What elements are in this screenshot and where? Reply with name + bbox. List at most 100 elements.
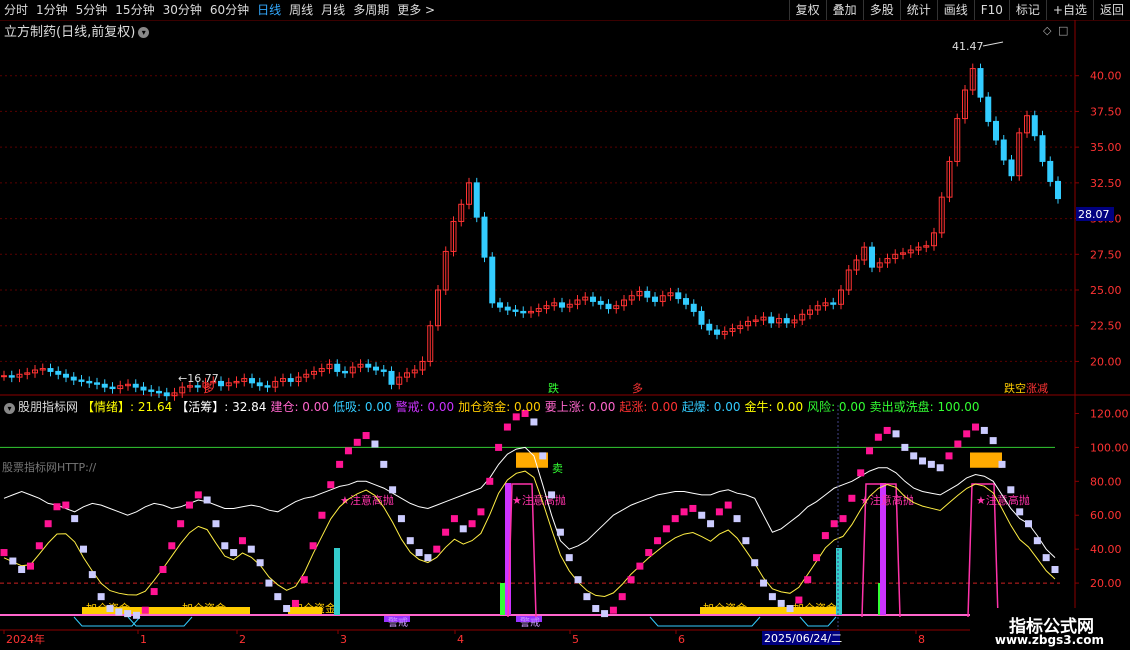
sell-label: 卖 (552, 462, 563, 475)
candle-body (1039, 135, 1046, 162)
candle-body (985, 96, 992, 122)
y-tick-label: 25.00 (1090, 284, 1122, 297)
y-tick-label: 100.00 (1090, 441, 1129, 454)
lowbuy-marker (799, 616, 837, 627)
candle-body (342, 370, 348, 374)
signal-bar (836, 548, 842, 615)
candle-body (249, 378, 255, 384)
qingxu-point (212, 520, 220, 528)
candle-body (264, 385, 271, 388)
y-tick-label: 40.00 (1090, 70, 1122, 83)
qingxu-point (230, 549, 238, 557)
qingxu-point (450, 515, 458, 523)
lowbuy-marker (73, 616, 141, 627)
indicator-value: 风险: 0.00 (807, 400, 866, 414)
jiacang-label: 加仓资金 (703, 601, 747, 615)
qingxu-point (336, 460, 344, 468)
qingxu-point (141, 606, 149, 614)
qingxu-point (742, 537, 750, 545)
candle-body (504, 306, 511, 311)
qingxu-point (724, 501, 732, 509)
qingxu-point (980, 426, 988, 434)
qingxu-point (539, 452, 547, 460)
qingxu-point (751, 559, 759, 567)
qingxu-point (998, 460, 1006, 468)
qingxu-point (1007, 486, 1015, 494)
qingxu-point (839, 515, 847, 523)
candle-body (373, 366, 379, 371)
qingxu-point (795, 596, 803, 604)
y-tick-label: 80.00 (1090, 475, 1122, 488)
candle-body (512, 309, 519, 312)
qingxu-point (221, 542, 229, 550)
qingxu-point (353, 438, 361, 446)
qingxu-point (786, 605, 794, 613)
qingxu-point (574, 576, 582, 584)
qingxu-point (150, 588, 158, 596)
qingxu-point (698, 511, 706, 519)
high-price-label: 41.47 (952, 40, 984, 53)
candle-body (597, 300, 604, 305)
candle-body (148, 389, 155, 392)
current-price-label: 28.07 (1078, 208, 1110, 221)
qingxu-point (866, 447, 874, 455)
qingxu-point (636, 562, 644, 570)
site-logo: 指标公式网 www.zbgs3.com (970, 608, 1130, 650)
qingxu-point (927, 460, 935, 468)
y-tick-label: 37.50 (1090, 105, 1122, 118)
qingxu-point (115, 608, 123, 616)
candle-body (473, 182, 480, 218)
candle-body (101, 383, 108, 388)
qingxu-point (283, 605, 291, 613)
square-icon: □ (1058, 24, 1068, 37)
candle-body (1, 375, 7, 378)
qingxu-point (397, 515, 405, 523)
qingxu-point (715, 508, 723, 516)
candle-body (690, 303, 697, 312)
logo-url: www.zbgs3.com (994, 633, 1104, 647)
indicator-value: 起爆: 0.00 (681, 400, 741, 414)
qingxu-point (291, 599, 299, 607)
indicator-header: ▾ 股朋指标网 【情绪】: 21.64 【活筹】: 32.84 建仓: 0.00 低吸: … (4, 398, 988, 415)
candle-body (993, 120, 999, 141)
candle-body (977, 68, 984, 98)
qingxu-point (168, 542, 176, 550)
qingxu-point (768, 593, 776, 601)
candle-body (706, 323, 713, 331)
qingxu-point (124, 610, 132, 618)
qingxu-point (848, 494, 856, 502)
candle-body (869, 246, 875, 268)
qingxu-point (936, 464, 944, 472)
candle-body (489, 256, 496, 304)
qingxu-point (159, 566, 167, 574)
qingxu-point (371, 440, 379, 448)
qingxu-point (707, 520, 715, 528)
candle-body (156, 390, 162, 394)
candle-body (109, 386, 116, 390)
qingxu-point (954, 440, 962, 448)
qingxu-point (424, 554, 432, 562)
indicator-value: 【情绪】: 21.64 (82, 400, 173, 414)
gaopao-label: ★注意高抛 (512, 493, 566, 507)
indicator-value: 金牛: 0.00 (744, 400, 804, 414)
candle-body (590, 296, 596, 302)
qingxu-point (97, 593, 105, 601)
qingxu-point (609, 606, 617, 614)
qingxu-point (495, 443, 503, 451)
y-tick-label: 40.00 (1090, 543, 1122, 556)
qingxu-point (627, 576, 635, 584)
candle-body (194, 385, 201, 388)
signal-annotation: 多 (632, 381, 643, 395)
qingxu-point (1042, 554, 1050, 562)
chevron-down-icon[interactable]: ▾ (4, 403, 15, 414)
qingxu-point (203, 496, 211, 504)
qingxu-point (389, 486, 397, 494)
candle-body (830, 302, 837, 305)
y-tick-label: 35.00 (1090, 141, 1122, 154)
indicator-value: 卖出或洗盘: 100.00 (869, 400, 980, 414)
qingxu-point (53, 503, 61, 511)
candle-body (132, 383, 139, 388)
signal-annotation: 跌空 (1004, 381, 1026, 395)
gaopao-label: ★注意高抛 (860, 493, 914, 507)
jiacang-label: 加仓资金 (182, 601, 226, 615)
